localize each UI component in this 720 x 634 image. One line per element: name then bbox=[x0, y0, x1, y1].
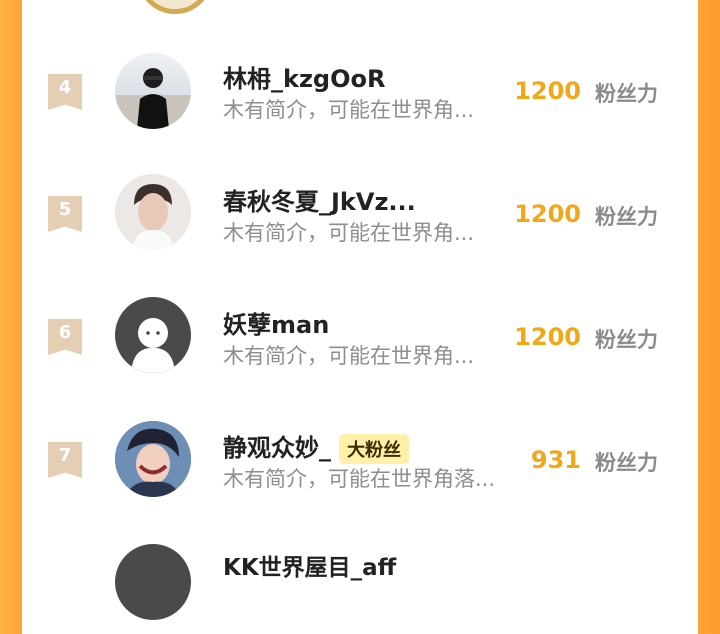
rank-number: 4 bbox=[58, 77, 72, 98]
avatar[interactable] bbox=[115, 174, 191, 250]
user-name[interactable]: 林枏_kzgOoR bbox=[223, 59, 385, 94]
fans-power-label: 粉丝力 bbox=[595, 205, 658, 229]
rank-ribbon-icon: 5 bbox=[48, 196, 82, 232]
fans-power-label: 粉丝力 bbox=[595, 328, 658, 352]
avatar[interactable] bbox=[115, 421, 191, 497]
avatar[interactable] bbox=[115, 53, 191, 129]
fans-ranking-list: 4 林枏_kzgOoR 木有简介，可能在世界角... 1200 粉丝力 5 春秋… bbox=[22, 0, 698, 620]
user-description: 木有简介，可能在世界角... bbox=[223, 344, 475, 368]
avatar[interactable] bbox=[115, 544, 191, 620]
rank-ribbon-icon: 4 bbox=[48, 74, 82, 110]
top-user-avatar[interactable] bbox=[137, 0, 213, 14]
ranking-row[interactable]: KK世界屋目_aff bbox=[22, 534, 698, 634]
anime-avatar-icon bbox=[115, 421, 191, 497]
ranking-row[interactable]: 6 妖孽man 木有简介，可能在世界角... 1200 粉丝力 bbox=[22, 288, 698, 388]
user-description: 木有简介，可能在世界角... bbox=[223, 98, 475, 122]
big-fan-badge: 大粉丝 bbox=[339, 434, 409, 464]
user-name[interactable]: KK世界屋目_aff bbox=[223, 548, 396, 582]
user-name[interactable]: 春秋冬夏_JkVz... bbox=[223, 182, 416, 217]
user-name[interactable]: 静观众妙_ 大粉丝 bbox=[223, 428, 409, 464]
user-description: 木有简介，可能在世界角... bbox=[223, 221, 475, 245]
fans-power-value: 1200 bbox=[514, 200, 581, 228]
person-photo-icon bbox=[115, 68, 191, 129]
ranking-row[interactable]: 7 静观众妙_ 大粉丝 木有简介，可能在世界角落... 931 粉丝力 bbox=[22, 411, 698, 511]
rank-number: 6 bbox=[58, 322, 72, 343]
ranking-row[interactable]: 5 春秋冬夏_JkVz... 木有简介，可能在世界角... 1200 粉丝力 bbox=[22, 165, 698, 265]
fans-power-label: 粉丝力 bbox=[595, 451, 658, 475]
default-person-icon bbox=[131, 318, 175, 373]
fans-power-value: 1200 bbox=[514, 77, 581, 105]
fans-power-value: 1200 bbox=[514, 323, 581, 351]
fans-power-value: 931 bbox=[530, 446, 581, 474]
rank-number: 7 bbox=[58, 445, 72, 466]
rank-ribbon-icon: 6 bbox=[48, 319, 82, 355]
ranking-row[interactable]: 4 林枏_kzgOoR 木有简介，可能在世界角... 1200 粉丝力 bbox=[22, 42, 698, 142]
rank-number: 5 bbox=[58, 199, 72, 220]
default-avatar-icon[interactable] bbox=[115, 297, 191, 373]
fans-power-label: 粉丝力 bbox=[595, 82, 658, 106]
user-name[interactable]: 妖孽man bbox=[223, 305, 329, 340]
rank-ribbon-icon: 7 bbox=[48, 442, 82, 478]
user-description: 木有简介，可能在世界角落... bbox=[223, 467, 496, 491]
person-photo-icon bbox=[115, 174, 191, 250]
user-name-text: 静观众妙_ bbox=[223, 434, 331, 462]
